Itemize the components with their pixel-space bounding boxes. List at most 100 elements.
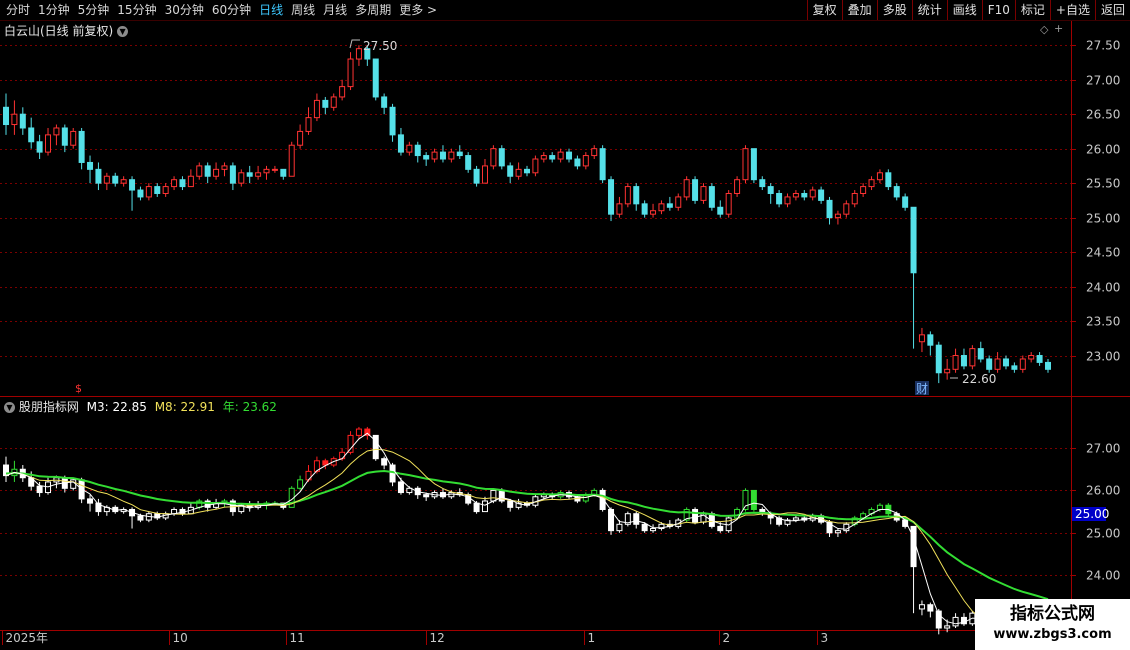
candle-body [540, 155, 547, 160]
candle-body [87, 161, 94, 170]
candle-body [994, 358, 1001, 370]
fin-marker[interactable]: 财 [916, 382, 928, 396]
diamond-icon[interactable]: ◇ [1040, 23, 1048, 36]
price-tick-label: 26.50 [1086, 108, 1120, 122]
candle-body [507, 165, 514, 177]
period-tab-0[interactable]: 分时 [2, 0, 34, 20]
price-tick-label: 23.00 [1086, 350, 1120, 364]
candle-body [288, 144, 295, 177]
price-tick-label: 25.50 [1086, 177, 1120, 191]
candle-body [608, 179, 615, 215]
period-tab-3[interactable]: 15分钟 [113, 0, 160, 20]
candle-body [717, 206, 724, 215]
candle-body [414, 144, 421, 157]
expand-icon[interactable]: + [1054, 22, 1063, 35]
tool-button-8[interactable]: 返回 [1094, 0, 1130, 20]
tool-button-1[interactable]: 叠加 [841, 0, 877, 20]
candle-body [465, 155, 472, 170]
candle-body [456, 151, 463, 157]
indicator-menu-icon[interactable]: ▼ [4, 402, 15, 413]
candle-body [448, 151, 455, 160]
dollar-marker[interactable]: $ [75, 382, 82, 395]
indicator-body [481, 500, 488, 513]
indicator-body [36, 485, 43, 494]
period-tabs: 分时 1分钟 5分钟 15分钟 30分钟 60分钟 日线 周线 月线 多周期 更多 > [2, 0, 441, 20]
candle-body [742, 148, 749, 181]
chart-canvas: 27.50 27.00 26.50 26.00 25.50 25.00 24.50 24.00… [0, 20, 1130, 650]
tool-button-6[interactable]: 标记 [1014, 0, 1050, 20]
candle-body [834, 213, 841, 219]
candle-body [582, 155, 589, 167]
tool-button-0[interactable]: 复权 [806, 0, 842, 20]
tool-buttons: 复权 叠加 多股 统计 画线 F10 标记 +自选 返回 [806, 0, 1130, 20]
indicator-body [423, 494, 430, 498]
candle-body [1011, 365, 1018, 370]
candle-body [876, 172, 883, 181]
candle-body [599, 148, 606, 181]
candle-body [893, 186, 900, 198]
time-label: 11 [290, 631, 305, 645]
price-tag: 25.00 [1075, 507, 1109, 521]
period-tab-5[interactable]: 60分钟 [208, 0, 255, 20]
candle-body [389, 106, 396, 136]
candle-body [918, 334, 925, 343]
candle-body [162, 186, 169, 194]
indicator-body [927, 604, 934, 612]
m3-line [5, 432, 1049, 625]
candle-body [339, 86, 346, 98]
period-tab-10[interactable]: 更多 > [395, 0, 441, 20]
candle-body [683, 179, 690, 198]
chevron-down-icon[interactable]: ▼ [117, 26, 129, 37]
time-axis: 2025年 10 11 12 1 2 3 [2, 630, 829, 645]
candle-body [1028, 355, 1035, 360]
tool-button-4[interactable]: 画线 [946, 0, 982, 20]
candle-body [129, 179, 136, 191]
indicator-body [834, 530, 841, 534]
main-price-axis: 27.50 27.00 26.50 26.00 25.50 25.00 24.50 24.00… [1071, 39, 1120, 364]
indicator-body [944, 625, 951, 629]
period-tab-4[interactable]: 30分钟 [161, 0, 208, 20]
period-tab-1[interactable]: 1分钟 [34, 0, 74, 20]
candle-body [692, 179, 699, 201]
tool-button-7[interactable]: +自选 [1049, 0, 1095, 20]
indicator-body [355, 428, 362, 436]
period-tab-6[interactable]: 日线 [255, 0, 287, 20]
indicator-tick-label: 26.00 [1086, 484, 1120, 498]
stock-title: 白云山(日线 前复权) [4, 24, 114, 38]
tool-button-3[interactable]: 统计 [911, 0, 947, 20]
candle-body [19, 113, 26, 129]
tool-button-2[interactable]: 多股 [876, 0, 912, 20]
period-tab-8[interactable]: 月线 [319, 0, 351, 20]
candle-body [196, 165, 203, 177]
tool-button-5[interactable]: F10 [981, 0, 1015, 20]
candle-body [297, 130, 304, 146]
low-label: 22.60 [962, 372, 996, 386]
candle-body [767, 186, 774, 194]
candle-body [204, 165, 211, 177]
period-tab-7[interactable]: 周线 [287, 0, 319, 20]
candle-body [490, 148, 497, 167]
candle-body [112, 175, 119, 184]
price-tick-label: 26.00 [1086, 143, 1120, 157]
candle-body [675, 196, 682, 208]
candle-body [263, 168, 270, 174]
candle-body [860, 186, 867, 194]
candle-body [650, 210, 657, 215]
indicator-bars [3, 426, 1051, 635]
candle-body [246, 172, 253, 177]
candle-body [700, 186, 707, 201]
time-label: 1 [588, 631, 596, 645]
indicator-title: ▼ 股朋指标网 M3: 22.85 M8: 22.91 年: 23.62 [4, 398, 277, 415]
candle-body [95, 168, 102, 184]
candle-body [145, 186, 152, 198]
period-tab-9[interactable]: 多周期 [351, 0, 395, 20]
candle-body [515, 168, 522, 177]
period-tab-2[interactable]: 5分钟 [74, 0, 114, 20]
candle-body [792, 192, 799, 198]
candle-body [591, 148, 598, 157]
candle-body [935, 344, 942, 374]
time-label: 3 [821, 631, 829, 645]
indicator-grid [0, 448, 1071, 576]
candle-body [809, 189, 816, 198]
candle-body [120, 179, 127, 184]
